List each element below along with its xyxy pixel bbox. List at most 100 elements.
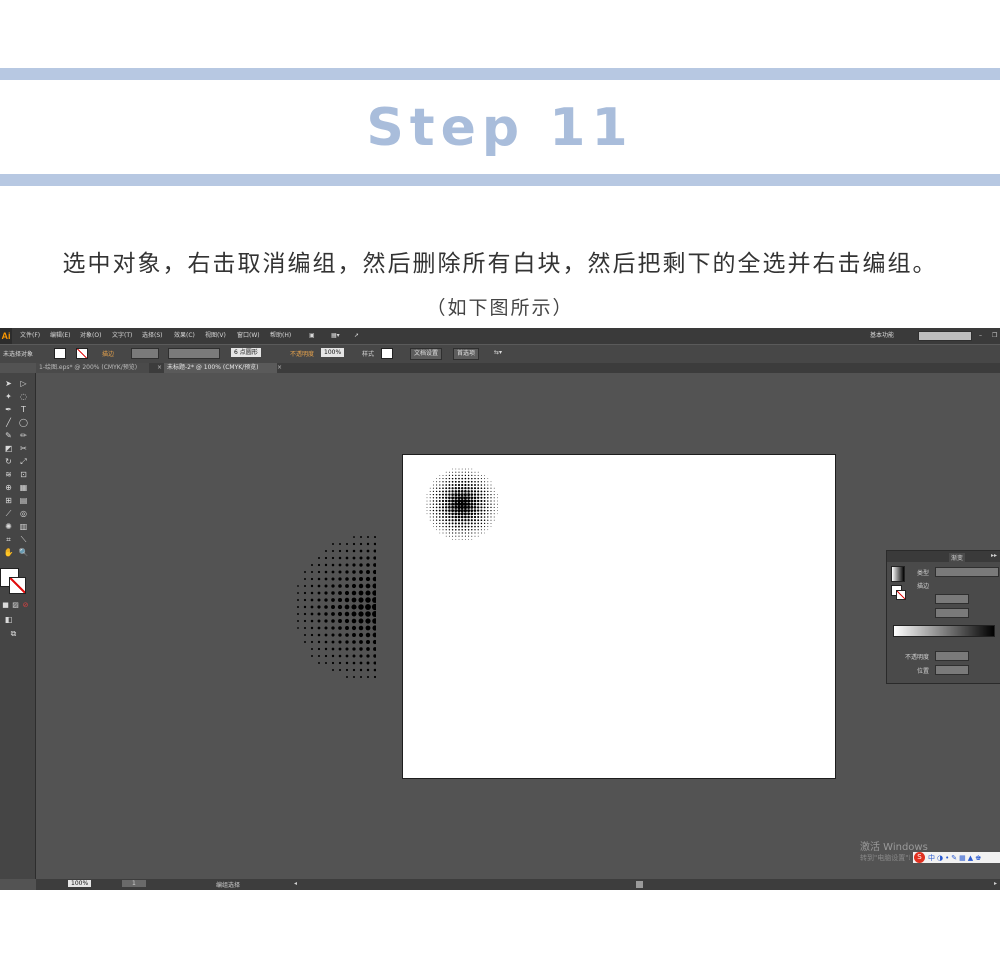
sogou-icon[interactable]: S bbox=[914, 852, 925, 863]
halftone-sphere[interactable] bbox=[276, 533, 376, 683]
search-field[interactable] bbox=[918, 331, 972, 341]
pencil-icon[interactable]: ✏ bbox=[18, 431, 29, 440]
restore-icon[interactable]: ❐ bbox=[992, 328, 997, 344]
stroke-weight-field[interactable] bbox=[131, 348, 159, 359]
scroll-right-icon[interactable]: ▸ bbox=[994, 880, 997, 887]
style-label: 样式 bbox=[362, 351, 375, 358]
menu-effect[interactable]: 效果(C) bbox=[174, 328, 195, 344]
rocket-icon[interactable]: ➚ bbox=[354, 328, 359, 344]
ellipse-tool-icon[interactable]: ◯ bbox=[18, 418, 29, 427]
document-setup-button[interactable]: 文档设置 bbox=[410, 348, 443, 360]
bridge-icon[interactable]: ▣ bbox=[309, 328, 315, 344]
minimize-icon[interactable]: – bbox=[979, 328, 982, 344]
gradient-aspect-field[interactable] bbox=[935, 608, 969, 618]
page-field[interactable]: 1 bbox=[122, 880, 146, 887]
instruction-note: （如下图所示） bbox=[426, 297, 574, 319]
illustrator-window: Ai 文件(F) 编辑(E) 对象(O) 文字(T) 选择(S) 效果(C) 视… bbox=[0, 328, 1000, 890]
activation-watermark-hint: 转到"电脑设置"以激活 Windows。 bbox=[860, 854, 910, 862]
hand-tool-icon[interactable]: ✋ bbox=[3, 548, 14, 557]
panel-tab-gradient[interactable]: 渐变 bbox=[949, 553, 966, 562]
bottom-divider bbox=[0, 174, 1000, 186]
symbol-sprayer-icon[interactable]: ✺ bbox=[3, 522, 14, 531]
scroll-left-icon[interactable]: ◂ bbox=[294, 880, 297, 887]
ime-toolbar[interactable]: S 中◑•✎▦▲♚ bbox=[913, 852, 1000, 863]
menu-select[interactable]: 选择(S) bbox=[142, 328, 163, 344]
gradient-stroke-swatch[interactable] bbox=[896, 590, 906, 600]
artboard-tool-icon[interactable]: ⌗ bbox=[3, 535, 14, 544]
tab-document-2[interactable]: 未标题-2* @ 100% (CMYK/预览) bbox=[164, 363, 277, 373]
style-swatch[interactable] bbox=[381, 348, 393, 359]
gradient-location-field[interactable] bbox=[935, 665, 969, 675]
stroke-swatch[interactable] bbox=[76, 348, 88, 359]
gradient-thumbnail[interactable] bbox=[891, 566, 905, 582]
menu-file[interactable]: 文件(F) bbox=[20, 328, 40, 344]
gradient-angle-field[interactable] bbox=[935, 594, 969, 604]
eraser-icon[interactable]: ◩ bbox=[3, 444, 14, 453]
free-transform-icon[interactable]: ⊡ bbox=[18, 470, 29, 479]
none-mode-icon[interactable]: ⊘ bbox=[20, 601, 31, 610]
menu-type[interactable]: 文字(T) bbox=[112, 328, 132, 344]
control-bar: 未选择对象 描边 6 点圆形 不透明度 100% 样式 文档设置 首选项 ⇆▾ bbox=[0, 344, 1000, 363]
tab-close-icon[interactable]: × bbox=[274, 363, 282, 373]
canvas[interactable]: 渐变 ▸▸ 类型 描边 不透明度 位置 激活 Windows 转到"电脑设置"以… bbox=[36, 373, 1000, 879]
panel-menu-icon[interactable]: ▸▸ bbox=[991, 552, 997, 559]
stroke-label[interactable]: 描边 bbox=[102, 349, 114, 358]
zoom-tool-icon[interactable]: 🔍 bbox=[18, 548, 29, 557]
magic-wand-icon[interactable]: ✦ bbox=[3, 392, 14, 401]
app-logo: Ai bbox=[0, 328, 12, 344]
stroke-color-box[interactable] bbox=[9, 577, 26, 594]
draw-mode-icon[interactable]: ◧ bbox=[3, 615, 14, 624]
panel-tab-bar: 渐变 ▸▸ bbox=[887, 551, 1000, 562]
paintbrush-icon[interactable]: ✎ bbox=[3, 431, 14, 440]
artboard[interactable] bbox=[402, 454, 836, 779]
direct-selection-tool-icon[interactable]: ▷ bbox=[18, 379, 29, 388]
opacity-label[interactable]: 不透明度 bbox=[290, 349, 314, 358]
type-tool-icon[interactable]: T bbox=[18, 405, 29, 414]
gradient-stroke-label: 描边 bbox=[917, 583, 930, 590]
gradient-slider[interactable] bbox=[893, 625, 995, 637]
pen-tool-icon[interactable]: ✒ bbox=[3, 405, 14, 414]
arrange-icon[interactable]: ▦▾ bbox=[331, 328, 340, 344]
halftone-circle[interactable] bbox=[425, 467, 515, 557]
slice-tool-icon[interactable]: ⟍ bbox=[18, 535, 29, 544]
selection-tool-icon[interactable]: ➤ bbox=[3, 379, 14, 388]
blend-tool-icon[interactable]: ◎ bbox=[18, 509, 29, 518]
menu-window[interactable]: 窗口(W) bbox=[237, 328, 260, 344]
menu-edit[interactable]: 编辑(E) bbox=[50, 328, 70, 344]
menu-object[interactable]: 对象(O) bbox=[80, 328, 101, 344]
screen-mode-icon[interactable]: ⧉ bbox=[8, 629, 19, 638]
menu-help[interactable]: 帮助(H) bbox=[270, 328, 291, 344]
shape-builder-icon[interactable]: ⊕ bbox=[3, 483, 14, 492]
gradient-opacity-label: 不透明度 bbox=[905, 654, 930, 661]
lasso-icon[interactable]: ◌ bbox=[18, 392, 29, 401]
gradient-tool-icon[interactable]: ▤ bbox=[18, 496, 29, 505]
preferences-button[interactable]: 首选项 bbox=[453, 348, 480, 360]
horizontal-scrollbar-thumb[interactable] bbox=[636, 881, 643, 888]
tab-document-1[interactable]: 1-绘图.eps* @ 200% (CMYK/预览) bbox=[36, 363, 149, 373]
graph-tool-icon[interactable]: ▥ bbox=[18, 522, 29, 531]
scale-tool-icon[interactable]: ⤢ bbox=[18, 457, 29, 466]
mesh-tool-icon[interactable]: ⊞ bbox=[3, 496, 14, 505]
tab-close-icon[interactable]: × bbox=[154, 363, 162, 373]
brush-field[interactable]: 6 点圆形 bbox=[231, 348, 261, 357]
menu-bar: Ai 文件(F) 编辑(E) 对象(O) 文字(T) 选择(S) 效果(C) 视… bbox=[0, 328, 1000, 344]
panel-options-icon[interactable]: ⇆▾ bbox=[494, 349, 502, 356]
selection-status: 未选择对象 bbox=[3, 351, 34, 358]
fill-swatch[interactable] bbox=[54, 348, 66, 359]
scissors-icon[interactable]: ✂ bbox=[18, 444, 29, 453]
gradient-opacity-field[interactable] bbox=[935, 651, 969, 661]
step-title: Step 11 bbox=[366, 98, 634, 158]
warp-tool-icon[interactable]: ≋ bbox=[3, 470, 14, 479]
rotate-tool-icon[interactable]: ↻ bbox=[3, 457, 14, 466]
tools-panel: ➤ ▷ ✦ ◌ ✒ T ╱ ◯ ✎ ✏ ◩ ✂ ↻ ⤢ ≋ ⊡ ⊕ ▦ ⊞ ▤ … bbox=[0, 373, 36, 879]
gradient-type-dropdown[interactable] bbox=[935, 567, 999, 577]
line-tool-icon[interactable]: ╱ bbox=[3, 418, 14, 427]
opacity-field[interactable]: 100% bbox=[321, 348, 345, 357]
perspective-grid-icon[interactable]: ▦ bbox=[18, 483, 29, 492]
variable-width-field[interactable] bbox=[168, 348, 220, 359]
menu-view[interactable]: 视图(V) bbox=[205, 328, 226, 344]
eyedropper-icon[interactable]: ⟋ bbox=[3, 509, 14, 518]
zoom-field[interactable]: 100% bbox=[68, 880, 92, 887]
ime-icons[interactable]: 中◑•✎▦▲♚ bbox=[928, 853, 983, 863]
workspace-switcher[interactable]: 基本功能 bbox=[870, 328, 894, 344]
